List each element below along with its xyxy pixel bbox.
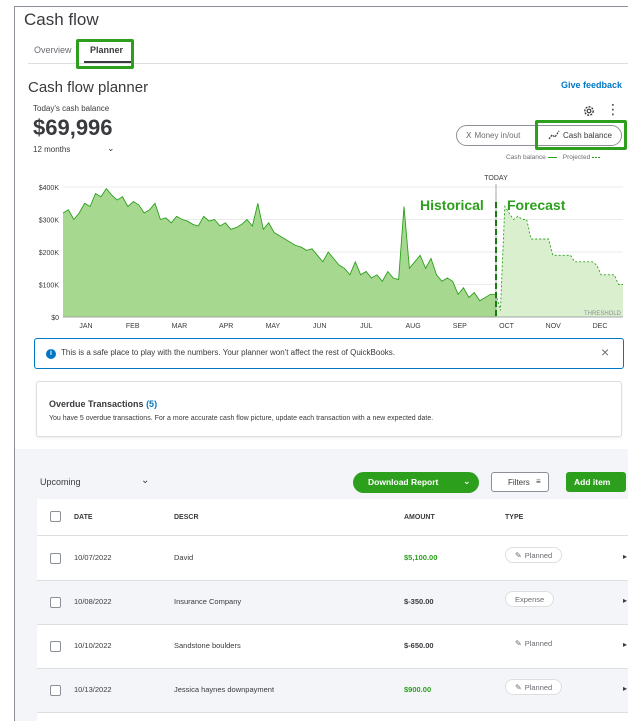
overdue-transactions-card: Overdue Transactions (5) You have 5 over…: [36, 381, 622, 437]
pencil-icon: ✎: [515, 639, 522, 648]
y-tick-label: $200K: [39, 250, 60, 257]
row-amount: $900.00: [404, 685, 432, 694]
today-label: TODAY: [484, 175, 508, 182]
row-arrow-icon[interactable]: ▸: [623, 684, 627, 693]
planner-title: Cash flow planner: [28, 79, 149, 96]
row-type-badge: Expense: [505, 591, 555, 607]
info-banner: i This is a safe place to play with the …: [34, 338, 624, 369]
row-checkbox[interactable]: [50, 685, 61, 696]
row-amount: $-350.00: [404, 597, 434, 606]
info-banner-message: This is a safe place to play with the nu…: [61, 348, 396, 357]
today-balance-value: $69,996: [33, 115, 113, 140]
historical-annotation: Historical: [420, 197, 484, 213]
y-tick-label: $400K: [39, 185, 60, 192]
row-type-badge: ✎ Planned: [515, 639, 553, 648]
row-date: 10/13/2022: [74, 685, 112, 694]
sliders-icon: ≡: [536, 477, 541, 486]
column-header-date[interactable]: DATE: [74, 514, 93, 521]
legend-solid-swatch: [547, 156, 557, 158]
row-arrow-icon[interactable]: ▸: [623, 640, 627, 649]
x-tick-label: APR: [219, 323, 233, 330]
row-checkbox[interactable]: [50, 641, 61, 652]
table-header: DATE DESCR AMOUNT TYPE: [37, 499, 628, 536]
row-descr: Sandstone boulders: [174, 641, 241, 650]
select-all-checkbox[interactable]: [50, 511, 61, 522]
overdue-title: Overdue Transactions (5): [49, 399, 158, 409]
column-header-type[interactable]: TYPE: [505, 514, 523, 521]
x-tick-label: MAR: [172, 323, 188, 330]
chart-legend: Cash balance Projected: [506, 154, 607, 161]
y-tick-label: $0: [51, 315, 59, 322]
x-tick-label: FEB: [126, 323, 140, 330]
download-report-button[interactable]: Download Report ⌄: [353, 472, 479, 493]
row-checkbox[interactable]: [50, 553, 61, 564]
column-header-descr[interactable]: DESCR: [174, 514, 199, 521]
period-dropdown[interactable]: 12 months ⌄: [33, 143, 123, 159]
chevron-down-icon: ⌄: [107, 143, 115, 153]
row-descr: Insurance Company: [174, 597, 242, 606]
x-tick-label: JUN: [313, 323, 327, 330]
row-descr: David: [174, 553, 194, 562]
add-item-button[interactable]: Add item: [566, 472, 626, 492]
legend-cash-balance: Cash balance: [506, 154, 546, 161]
x-tick-label: NOV: [546, 323, 562, 330]
column-header-amount[interactable]: AMOUNT: [404, 514, 435, 521]
row-date: 10/10/2022: [74, 641, 112, 650]
x-tick-label: OCT: [499, 323, 514, 330]
tab-overview[interactable]: Overview: [34, 45, 72, 55]
filters-button[interactable]: Filters ≡: [491, 472, 549, 492]
legend-dashed-swatch: [592, 156, 602, 158]
transactions-table: DATE DESCR AMOUNT TYPE 10/07/2022 David …: [37, 499, 628, 721]
pencil-icon: ✎: [515, 683, 522, 692]
row-type-badge: ✎ Planned: [505, 679, 563, 695]
close-icon[interactable]: ×: [601, 344, 609, 360]
x-tick-label: DEC: [593, 323, 608, 330]
row-type-badge: ✎ Planned: [505, 547, 563, 563]
row-descr: Jessica haynes downpayment: [174, 685, 275, 694]
today-balance-label: Today's cash balance: [33, 104, 110, 113]
overdue-description: You have 5 overdue transactions. For a m…: [49, 415, 434, 422]
row-arrow-icon[interactable]: ▸: [623, 552, 627, 561]
y-tick-label: $300K: [39, 218, 60, 225]
upcoming-dropdown[interactable]: Upcoming: [40, 477, 81, 487]
give-feedback-link[interactable]: Give feedback: [561, 80, 622, 90]
highlight-box-planner: [76, 39, 134, 69]
forecast-area: [496, 206, 623, 317]
more-options-icon[interactable]: ⋮: [606, 102, 620, 116]
money-in-out-button[interactable]: Ⅹ Money in/out: [466, 131, 520, 140]
row-checkbox[interactable]: [50, 597, 61, 608]
x-tick-label: MAY: [266, 323, 281, 330]
table-row[interactable]: 10/08/2022 Insurance Company $-350.00 Ex…: [37, 581, 628, 625]
x-tick-label: JAN: [79, 323, 92, 330]
x-tick-label: SEP: [453, 323, 467, 330]
threshold-label: THRESHOLD: [584, 311, 622, 317]
x-tick-label: JUL: [360, 323, 373, 330]
page-title: Cash flow: [24, 10, 99, 29]
info-icon: i: [46, 349, 56, 359]
highlight-box-cash-balance: [535, 120, 627, 150]
legend-projected: Projected: [562, 154, 591, 161]
row-arrow-icon[interactable]: ▸: [623, 596, 627, 605]
overdue-count-link[interactable]: (5): [146, 399, 157, 409]
row-date: 10/08/2022: [74, 597, 112, 606]
bar-chart-icon: Ⅹ: [466, 131, 472, 140]
row-amount: $5,100.00: [404, 553, 438, 562]
table-row[interactable]: 10/07/2022 David $5,100.00 ✎ Planned ▸: [37, 537, 628, 581]
x-tick-label: AUG: [406, 323, 421, 330]
forecast-annotation: Forecast: [507, 197, 566, 213]
chevron-down-icon: ⌄: [463, 476, 471, 486]
gear-icon[interactable]: [582, 104, 596, 118]
row-date: 10/07/2022: [74, 553, 112, 562]
frame-border-top: [14, 6, 628, 7]
table-row[interactable]: 10/10/2022 Sandstone boulders $-650.00 ✎…: [37, 625, 628, 669]
period-value: 12 months: [33, 145, 71, 154]
row-amount: $-650.00: [404, 641, 434, 650]
table-row[interactable]: 10/13/2022 Jessica haynes downpayment $9…: [37, 669, 628, 713]
y-tick-label: $100K: [39, 283, 60, 290]
chevron-down-icon[interactable]: ⌄: [141, 475, 149, 486]
pencil-icon: ✎: [515, 551, 522, 560]
cash-flow-chart: $400K $300K $200K $100K $0 TODAY Historical For…: [39, 175, 623, 330]
